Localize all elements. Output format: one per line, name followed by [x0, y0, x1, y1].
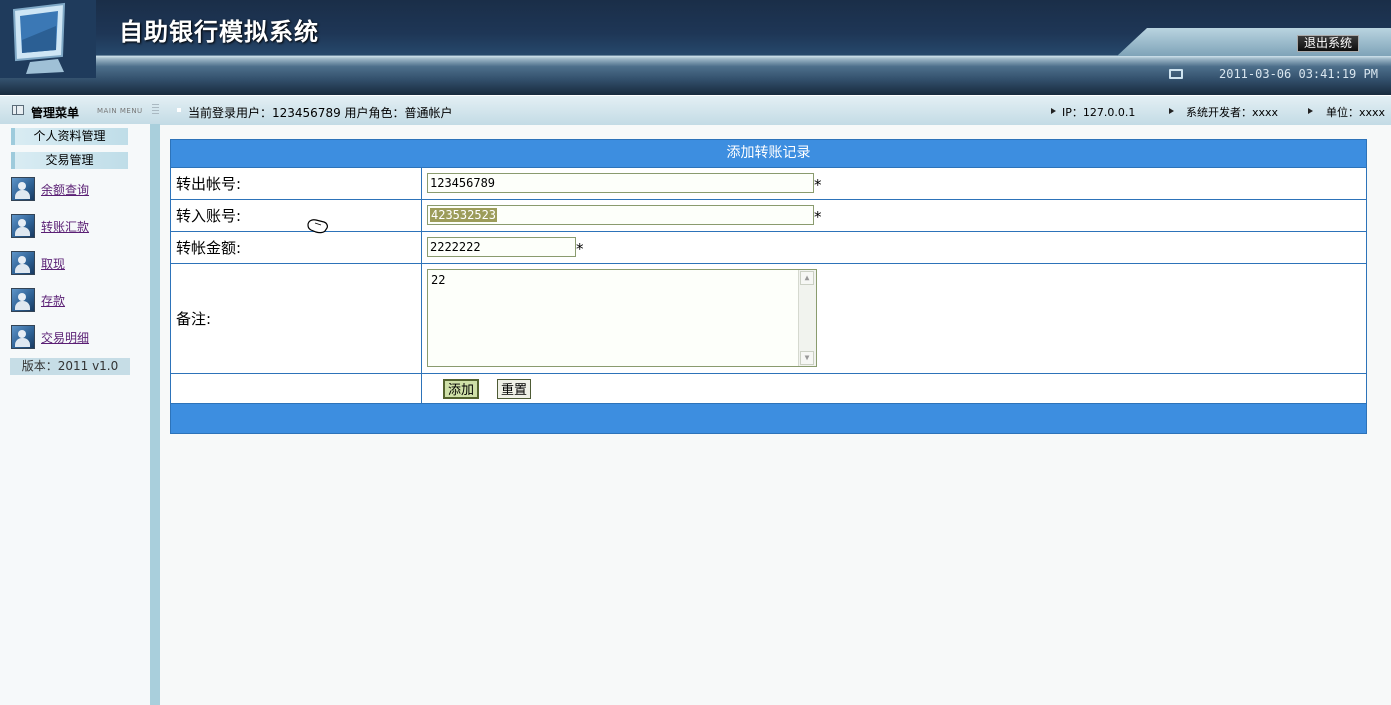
form-row-actions: 添加 重置 — [171, 373, 1366, 405]
menu-panel-icon — [12, 105, 24, 115]
developer-info: 系统开发者：xxxx — [1186, 106, 1279, 119]
menu-heading: 管理菜单 — [31, 106, 80, 120]
actions-label-cell — [171, 374, 422, 405]
transfer-form: 添加转账记录 转出帐号: * 转入账号: 423532523 * 转帐金额: *… — [170, 139, 1367, 434]
form-row-remark: 备注: 22 ▲ ▼ — [171, 263, 1366, 373]
ip-info: IP：127.0.0.1 — [1062, 106, 1136, 119]
reset-button[interactable]: 重置 — [497, 379, 532, 399]
required-mark: * — [576, 240, 584, 258]
hand-cursor-icon — [307, 219, 328, 234]
info-bar: 管理菜单 MAIN MENU 当前登录用户：123456789 用户角色：普通帐… — [0, 95, 1391, 125]
form-row-from-account: 转出帐号: * — [171, 167, 1366, 199]
triangle-bullet-icon — [1308, 108, 1313, 114]
required-mark: * — [814, 176, 822, 194]
scroll-down-icon[interactable]: ▼ — [800, 351, 814, 365]
header-banner: 自助银行模拟系统 退出系统 2011-03-06 03:41:19 PM — [0, 0, 1391, 95]
to-account-label: 转入账号: — [171, 200, 422, 231]
datetime-display: 2011-03-06 03:41:19 PM — [1219, 67, 1378, 81]
triangle-bullet-icon — [1051, 108, 1056, 114]
form-title: 添加转账记录 — [171, 140, 1366, 167]
from-account-input[interactable] — [427, 173, 814, 193]
form-footer — [171, 403, 1366, 433]
sidebar-section-transactions[interactable]: 交易管理 — [11, 152, 128, 169]
current-user-info: 当前登录用户：123456789 用户角色：普通帐户 — [188, 106, 453, 120]
scroll-up-icon[interactable]: ▲ — [800, 271, 814, 285]
sidebar-item-label[interactable]: 余额查询 — [41, 181, 89, 198]
divider — [152, 104, 159, 116]
sidebar: 个人资料管理 交易管理 余额查询 转账汇款 取现 存款 交易明细 版本：2011… — [0, 124, 160, 705]
sidebar-item-label[interactable]: 取现 — [41, 255, 65, 272]
triangle-bullet-icon — [1169, 108, 1174, 114]
add-button[interactable]: 添加 — [443, 379, 480, 399]
user-icon — [11, 214, 35, 238]
sidebar-divider — [150, 124, 160, 705]
sidebar-item-history[interactable]: 交易明细 — [11, 325, 89, 349]
required-mark: * — [814, 208, 822, 226]
sidebar-item-withdraw[interactable]: 取现 — [11, 251, 65, 275]
sidebar-item-transfer[interactable]: 转账汇款 — [11, 214, 89, 238]
clock-bar: 2011-03-06 03:41:19 PM — [1160, 64, 1391, 84]
to-account-value: 423532523 — [430, 208, 498, 222]
sidebar-item-balance[interactable]: 余额查询 — [11, 177, 89, 201]
user-icon — [11, 288, 35, 312]
monitor-icon — [1169, 69, 1183, 79]
amount-label: 转帐金额: — [171, 232, 422, 263]
monitor-logo-icon — [0, 0, 96, 78]
sidebar-item-label[interactable]: 存款 — [41, 292, 65, 309]
bullet-icon — [177, 108, 181, 112]
version-label: 版本：2011 v1.0 — [10, 358, 130, 375]
remark-scrollbar[interactable]: ▲ ▼ — [798, 270, 816, 366]
app-title: 自助银行模拟系统 — [119, 17, 319, 46]
remark-value: 22 — [431, 273, 446, 287]
user-icon — [11, 177, 35, 201]
form-row-to-account: 转入账号: 423532523 * — [171, 199, 1366, 231]
amount-input[interactable] — [427, 237, 576, 257]
user-icon — [11, 325, 35, 349]
from-account-label: 转出帐号: — [171, 168, 422, 199]
logout-button[interactable]: 退出系统 — [1297, 35, 1360, 52]
remark-textarea[interactable]: 22 ▲ ▼ — [427, 269, 817, 367]
sidebar-item-deposit[interactable]: 存款 — [11, 288, 65, 312]
sidebar-item-label[interactable]: 转账汇款 — [41, 218, 89, 235]
sidebar-item-label[interactable]: 交易明细 — [41, 329, 89, 346]
unit-info: 单位：xxxx — [1326, 106, 1386, 119]
user-icon — [11, 251, 35, 275]
form-row-amount: 转帐金额: * — [171, 231, 1366, 263]
menu-subheading: MAIN MENU — [97, 107, 143, 115]
remark-label: 备注: — [171, 264, 422, 373]
sidebar-section-profile[interactable]: 个人资料管理 — [11, 128, 128, 145]
to-account-input[interactable]: 423532523 — [427, 205, 814, 225]
